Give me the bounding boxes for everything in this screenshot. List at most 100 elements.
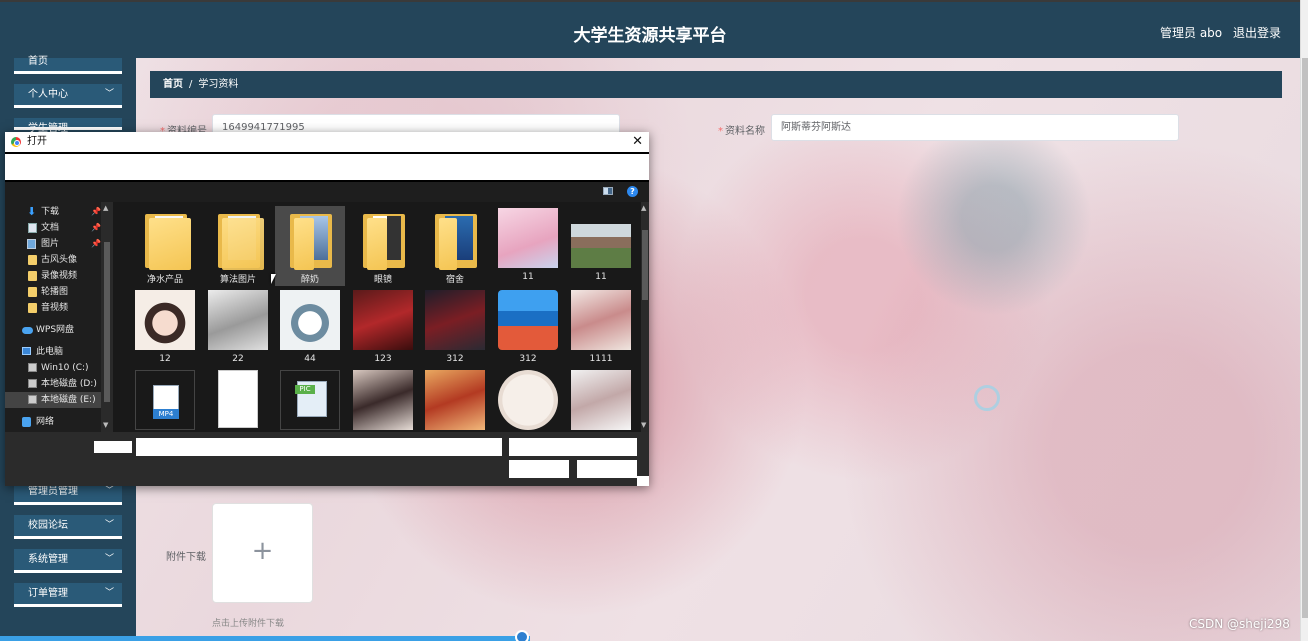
nav-item-drive-d[interactable]: 本地磁盘 (D:) [5,376,101,392]
filetype-select[interactable] [509,438,637,456]
cancel-button[interactable] [577,460,637,478]
sidebar-item-orders[interactable]: 订单管理 ﹀ [14,583,122,607]
pic-badge: PIC [295,385,315,394]
folder-item[interactable]: 眼镜 [348,206,418,286]
view-mode-icon[interactable] [603,187,613,195]
chevron-down-icon: ﹀ [104,89,114,99]
page-scrollbar-thumb[interactable] [1302,58,1308,618]
image-file[interactable] [566,368,636,432]
file-list-scrollbar[interactable]: ▲ ▼ [641,202,649,432]
folder-icon [28,255,37,265]
scroll-up-icon[interactable]: ▲ [641,204,646,212]
nav-item-drive-e[interactable]: 本地磁盘 (E:) [5,392,101,408]
sidebar-item-label: 系统管理 [28,554,68,565]
video-file-icon: MP4 [135,370,195,430]
nav-scrollbar[interactable]: ▲ ▼ [101,202,113,432]
sidebar-item-students[interactable]: 学生管理 [14,118,122,134]
nav-item-downloads[interactable]: ⬇ 下载 📌 [5,204,101,220]
resize-grip[interactable] [637,476,649,486]
sidebar-item-forum[interactable]: 校园论坛 ﹀ [14,515,122,539]
progress-handle[interactable] [515,630,529,641]
name-field[interactable]: 阿斯蒂芬阿斯达 [771,114,1179,141]
document-file[interactable] [203,368,273,432]
drive-icon [28,379,37,388]
sidebar-item-home[interactable]: 首页 [14,57,122,74]
navigation-pane: ⬇ 下载 📌 文档 📌 图片 📌 古风头像 录像视频 轮播图 音视频 WPS网盘 此电脑… [5,202,113,432]
archive-file[interactable]: 312 [493,288,563,368]
nav-item-documents[interactable]: 文档 📌 [5,220,101,236]
page-scrollbar[interactable] [1300,0,1308,641]
folder-icon [28,303,37,313]
nav-scrollbar-thumb[interactable] [104,242,110,402]
site-title: 大学生资源共享平台 [573,26,727,46]
image-file[interactable]: 44 [275,288,345,368]
folder-item[interactable]: 醉奶 [275,206,345,286]
photo-thumbnail [571,224,631,268]
folder-item[interactable]: 净水产品 [130,206,200,286]
address-bar[interactable] [5,154,649,180]
mp4-badge: MP4 [153,409,179,419]
folder-icon [208,208,268,270]
file-list: 净水产品 算法图片 醉奶 眼镜 宿舍 11 11 12 22 44 123 31… [113,202,649,432]
attachment-upload[interactable]: + [212,503,313,603]
image-file[interactable]: PIC [275,368,345,432]
sidebar-item-system[interactable]: 系统管理 ﹀ [14,549,122,573]
scroll-down-icon[interactable]: ▼ [641,421,646,429]
top-header: 大学生资源共享平台 管理员 abo 退出登录 [0,0,1300,58]
sidebar-item-label: 校园论坛 [28,520,68,531]
image-file[interactable]: 312 [420,288,490,368]
nav-item-folder[interactable]: 音视频 [5,300,101,316]
drive-icon [28,363,37,372]
document-icon [28,223,37,233]
breadcrumb-separator: / [189,79,193,90]
nav-item-wps-drive[interactable]: WPS网盘 [5,322,101,338]
background-decoration [974,385,1000,411]
upload-hint: 点击上传附件下载 [212,619,285,629]
nav-item-drive-c[interactable]: Win10 (C:) [5,360,101,376]
archive-icon [498,290,558,350]
drive-icon [28,395,37,404]
image-file[interactable]: 123 [348,288,418,368]
photo-thumbnail [208,290,268,350]
admin-label: 管理员 abo [1160,26,1223,40]
image-file[interactable]: 11 [566,206,636,286]
nav-item-network[interactable]: 网络 [5,414,101,430]
sidebar-item-label: 个人中心 [28,89,68,100]
folder-icon [135,208,195,270]
image-file[interactable] [420,368,490,432]
mouse-cursor-icon [271,274,276,284]
computer-icon [22,347,31,355]
image-file[interactable]: 1111 [566,288,636,368]
nav-item-folder[interactable]: 古风头像 [5,252,101,268]
scroll-up-icon[interactable]: ▲ [103,204,108,212]
folder-item[interactable]: 算法图片 [203,206,273,286]
help-icon[interactable]: ? [627,186,638,197]
open-button[interactable] [509,460,569,478]
nav-item-folder[interactable]: 轮播图 [5,284,101,300]
photo-thumbnail [353,370,413,430]
scroll-down-icon[interactable]: ▼ [103,421,108,429]
video-file[interactable]: MP4 [130,368,200,432]
image-file[interactable]: 22 [203,288,273,368]
chrome-icon [11,137,21,147]
document-icon [208,370,268,430]
nav-item-folder[interactable]: 录像视频 [5,268,101,284]
file-list-scrollbar-thumb[interactable] [642,230,648,300]
photo-thumbnail [280,290,340,350]
breadcrumb-home[interactable]: 首页 [163,79,183,90]
image-file[interactable]: 12 [130,288,200,368]
filename-input[interactable] [136,438,502,456]
image-file[interactable]: 11 [493,206,563,286]
image-file[interactable] [493,368,563,432]
download-icon: ⬇ [27,205,37,218]
image-file[interactable] [348,368,418,432]
sidebar-item-profile[interactable]: 个人中心 ﹀ [14,84,122,108]
watermark: CSDN @sheji298 [1189,617,1290,631]
folder-item[interactable]: 宿舍 [420,206,490,286]
photo-thumbnail [425,370,485,430]
breadcrumb-current: 学习资料 [198,79,239,90]
nav-item-this-pc[interactable]: 此电脑 [5,344,101,360]
close-icon[interactable]: ✕ [632,132,643,152]
nav-item-pictures[interactable]: 图片 📌 [5,236,101,252]
logout-link[interactable]: 退出登录 [1233,24,1281,41]
